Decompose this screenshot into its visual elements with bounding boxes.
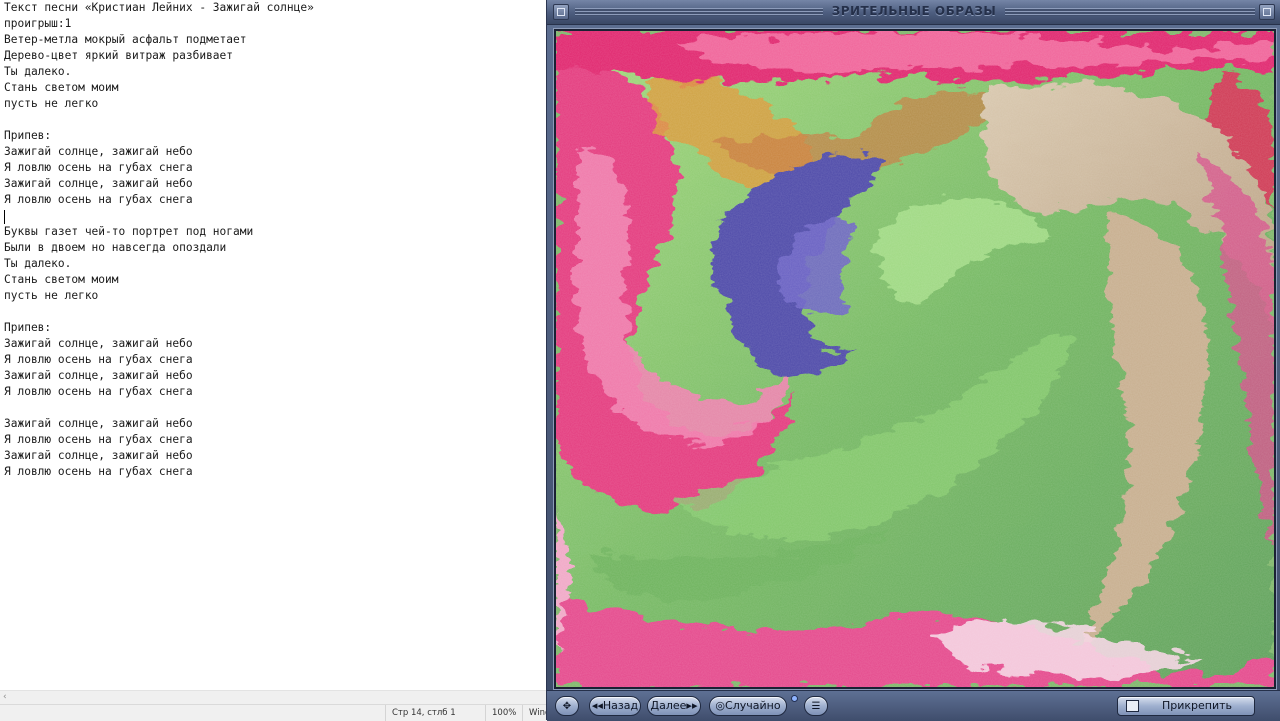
editor-line[interactable]: Ты далеко. [4, 65, 71, 78]
editor-line[interactable]: Я ловлю осень на губах снега [4, 465, 193, 478]
text-caret [4, 210, 5, 224]
editor-line[interactable]: Зажигай солнце, зажигай небо [4, 417, 193, 430]
editor-line[interactable]: Я ловлю осень на губах снега [4, 385, 193, 398]
cursor-position: Стр 14, стлб 1 [385, 705, 482, 721]
editor-line[interactable]: Зажигай солнце, зажигай небо [4, 177, 193, 190]
options-menu-button[interactable]: ☰ [804, 696, 828, 716]
text-editor[interactable]: Текст песни «Кристиан Лейних - Зажигай с… [0, 0, 548, 690]
editor-line[interactable]: Стань светом моим [4, 81, 119, 94]
editor-line[interactable]: Припев: [4, 129, 51, 142]
titlebar-grip [1005, 8, 1255, 16]
pin-label: Прикрепить [1162, 699, 1233, 712]
editor-line[interactable]: Припев: [4, 321, 51, 334]
editor-line[interactable]: Были в двоем но навсегда опоздали [4, 241, 226, 254]
editor-line[interactable]: пусть не легко [4, 97, 98, 110]
move-icon[interactable]: ✥ [555, 696, 579, 716]
pin-button[interactable]: Прикрепить [1117, 696, 1255, 716]
random-indicator-icon [791, 695, 798, 702]
editor-line[interactable]: Зажигай солнце, зажигай небо [4, 337, 193, 350]
move-glyph: ✥ [562, 701, 572, 712]
editor-line[interactable]: Зажигай солнце, зажигай небо [4, 145, 193, 158]
pin-icon [1126, 700, 1139, 712]
editor-line[interactable]: Зажигай солнце, зажигай небо [4, 449, 193, 462]
editor-line[interactable]: Ветер-метла мокрый асфальт подметает [4, 33, 246, 46]
editor-line[interactable]: Ты далеко. [4, 257, 71, 270]
editor-line[interactable]: Буквы газет чей-то портрет под ногами [4, 225, 253, 238]
window-menu-icon[interactable] [553, 4, 569, 20]
visualizer-title: ЗРИТЕЛЬНЫЕ ОБРАЗЫ [831, 4, 997, 18]
editor-line[interactable]: Стань светом моим [4, 273, 119, 286]
back-button[interactable]: ◂◂Назад [589, 696, 641, 716]
random-button[interactable]: ◎Случайно [709, 696, 787, 716]
horizontal-scrollbar[interactable]: ‹ [0, 690, 548, 705]
visualizer-titlebar[interactable]: ЗРИТЕЛЬНЫЕ ОБРАЗЫ [547, 0, 1280, 25]
editor-line[interactable]: Зажигай солнце, зажигай небо [4, 369, 193, 382]
visualization-frame [553, 28, 1277, 690]
next-button[interactable]: Далее▸▸ [647, 696, 701, 716]
editor-line[interactable]: проигрыш:1 [4, 17, 71, 30]
titlebar-grip [575, 8, 823, 16]
editor-content[interactable]: Текст песни «Кристиан Лейних - Зажигай с… [4, 0, 314, 480]
scroll-left-arrow-icon[interactable]: ‹ [3, 692, 7, 702]
editor-line[interactable]: Текст песни «Кристиан Лейних - Зажигай с… [4, 1, 314, 14]
visualization-canvas [556, 31, 1274, 687]
editor-line[interactable]: пусть не легко [4, 289, 98, 302]
menu-icon: ☰ [811, 701, 821, 712]
editor-line[interactable]: Я ловлю осень на губах снега [4, 161, 193, 174]
restore-icon[interactable] [1259, 4, 1275, 20]
visualizer-controls: ✥ ◂◂Назад Далее▸▸ ◎Случайно ☰ Прикрепить [547, 690, 1280, 721]
editor-line[interactable]: Дерево-цвет яркий витраж разбивает [4, 49, 233, 62]
editor-line[interactable]: Я ловлю осень на губах снега [4, 433, 193, 446]
editor-line[interactable]: Я ловлю осень на губах снега [4, 353, 193, 366]
editor-line[interactable]: Я ловлю осень на губах снега [4, 193, 193, 206]
visualizer-window: ЗРИТЕЛЬНЫЕ ОБРАЗЫ ✥ ◂◂Назад Далее▸▸ ◎Слу… [546, 0, 1280, 721]
swirl-visualization [556, 31, 1274, 687]
status-bar: Стр 14, стлб 1 100% Wind [0, 704, 560, 721]
